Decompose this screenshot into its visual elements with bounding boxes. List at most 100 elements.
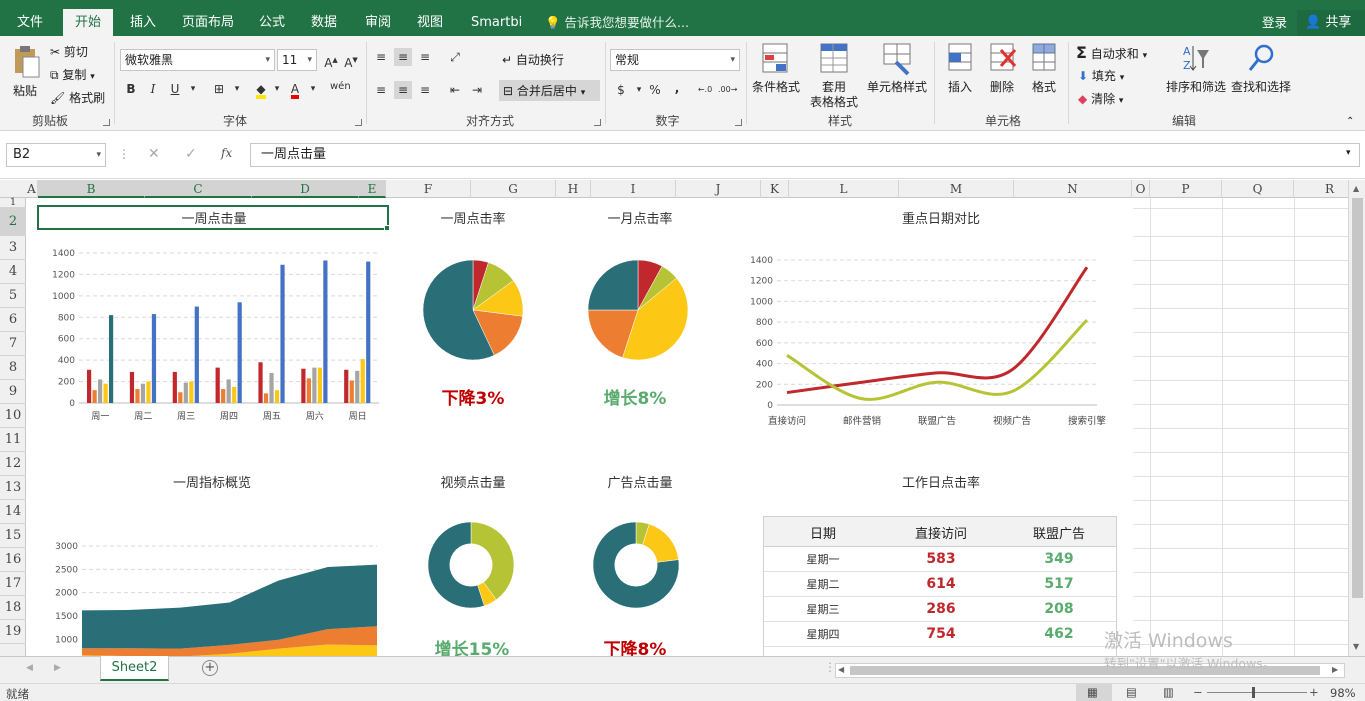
paste-button[interactable]: 粘贴 [6,44,44,99]
cell-styles-button[interactable]: 单元格样式 [866,42,928,95]
copy-button[interactable]: ⧉ 复制 ▾ [50,66,95,83]
enter-icon[interactable]: ✓ [185,146,197,162]
font-launcher-icon[interactable] [355,119,362,126]
format-cells-button[interactable]: 格式 [1024,42,1064,95]
worksheet-grid[interactable]: ABCDEFGHIJKLMNOPQR 1 2 3 4 5 6 7 8 9 10 11 12 13 14 15… [0,180,1348,656]
name-box[interactable]: B2 [6,143,106,167]
column-header-e[interactable]: E [359,180,386,198]
scroll-down-icon[interactable]: ▼ [1353,642,1359,651]
bold-button[interactable]: B [122,80,140,98]
delete-cells-button[interactable]: 删除 [982,42,1022,95]
align-left-icon[interactable]: ≡ [372,81,390,99]
clipboard-launcher-icon[interactable] [103,119,110,126]
insert-function-button[interactable]: fx [221,146,232,160]
comma-button[interactable]: , [668,79,686,97]
font-size-select[interactable]: 11 [277,49,317,71]
tab-insert[interactable]: 插入 [118,9,168,36]
align-center-icon[interactable]: ≡ [394,81,412,99]
row-header-6[interactable]: 6 [0,308,26,332]
sheet-tab-sheet2[interactable]: Sheet2 [100,656,169,681]
number-format-select[interactable]: 常规 [610,49,740,71]
page-break-view-icon[interactable]: ▥ [1163,685,1174,699]
row-header-4[interactable]: 4 [0,260,26,284]
alignment-launcher-icon[interactable] [594,119,601,126]
merge-center-button[interactable]: ⊟ 合并后居中 ▾ [499,80,600,101]
column-header-d[interactable]: D [252,180,359,198]
column-header-o[interactable]: O [1132,180,1150,198]
cut-button[interactable]: ✂ 剪切 [50,43,88,60]
column-header-b[interactable]: B [38,180,145,198]
percent-button[interactable]: % [646,81,664,99]
chevron-down-icon[interactable]: ▾ [304,80,322,98]
tab-home[interactable]: 开始 [63,9,114,36]
tab-view[interactable]: 视图 [405,9,455,36]
row-header-15[interactable]: 15 [0,524,26,548]
align-middle-icon[interactable]: ≡ [394,48,412,66]
column-header-h[interactable]: H [556,180,591,198]
row-header-16[interactable]: 16 [0,548,26,572]
page-layout-view-icon[interactable]: ▤ [1126,685,1137,699]
sort-filter-button[interactable]: AZ 排序和筛选 [1165,42,1227,95]
borders-icon[interactable]: ⊞ [210,80,228,98]
scroll-right-icon[interactable]: ▶ [1332,665,1338,674]
column-header-p[interactable]: P [1150,180,1222,198]
row-header-5[interactable]: 5 [0,284,26,308]
underline-button[interactable]: U [166,80,184,98]
clear-button[interactable]: ◆ 清除 ▾ [1078,90,1123,107]
chevron-down-icon[interactable]: ▾ [184,80,202,98]
find-select-button[interactable]: 查找和选择 [1230,42,1292,95]
row-header-11[interactable]: 11 [0,428,26,452]
row-header-10[interactable]: 10 [0,404,26,428]
column-header-m[interactable]: M [899,180,1014,198]
conditional-format-button[interactable]: 条件格式 [750,42,802,95]
row-header-8[interactable]: 8 [0,356,26,380]
row-header-12[interactable]: 12 [0,452,26,476]
tab-formulas[interactable]: 公式 [247,9,297,36]
column-header-a[interactable]: A [26,180,38,198]
formula-input[interactable]: 一周点击量 [250,143,1360,167]
decrease-font-icon[interactable]: A▼ [342,51,360,70]
row-header-2[interactable]: 2 [0,208,26,236]
decrease-indent-icon[interactable]: ⇤ [446,81,464,99]
row-header-9[interactable]: 9 [0,380,26,404]
cancel-icon[interactable]: ✕ [148,146,160,162]
format-painter-button[interactable]: 🖌 格式刷 [50,89,105,106]
column-header-q[interactable]: Q [1222,180,1294,198]
phonetic-guide-icon[interactable]: wén [330,78,351,96]
column-header-n[interactable]: N [1014,180,1132,198]
zoom-slider-thumb[interactable] [1252,687,1255,698]
row-header-13[interactable]: 13 [0,476,26,500]
increase-indent-icon[interactable]: ⇥ [468,81,486,99]
column-header-c[interactable]: C [145,180,252,198]
scroll-left-icon[interactable]: ◀ [838,665,844,674]
zoom-out-icon[interactable]: − [1193,685,1203,699]
tab-page-layout[interactable]: 页面布局 [170,9,246,36]
zoom-in-icon[interactable]: + [1309,685,1319,699]
row-header-3[interactable]: 3 [0,236,26,260]
increase-font-icon[interactable]: A▲ [322,51,340,70]
column-header-g[interactable]: G [471,180,556,198]
chevron-down-icon[interactable]: ▾ [228,80,246,98]
row-header-19[interactable]: 19 [0,620,26,644]
next-sheet-icon[interactable]: ▶ [54,663,61,673]
column-header-r[interactable]: R [1294,180,1348,198]
normal-view-button[interactable]: ▦ [1076,684,1112,701]
tab-review[interactable]: 审阅 [353,9,403,36]
zoom-level[interactable]: 98% [1330,686,1356,700]
currency-button[interactable]: $ [612,81,630,99]
insert-cells-button[interactable]: 插入 [940,42,980,95]
row-header-14[interactable]: 14 [0,500,26,524]
vertical-scrollbar[interactable]: ▲ ▼ [1348,180,1365,656]
column-header-k[interactable]: K [761,180,789,198]
fill-button[interactable]: ⬇ 填充 ▾ [1078,67,1124,84]
font-name-select[interactable]: 微软雅黑 [120,49,275,71]
tab-smartbi[interactable]: Smartbi [459,9,534,36]
align-bottom-icon[interactable]: ≡ [416,48,434,66]
row-header-1[interactable]: 1 [0,198,26,208]
tab-data[interactable]: 数据 [299,9,349,36]
font-color-icon[interactable]: A [286,80,304,99]
column-header-l[interactable]: L [789,180,899,198]
column-header-j[interactable]: J [676,180,761,198]
prev-sheet-icon[interactable]: ◀ [26,663,33,673]
expand-formula-icon[interactable]: ▾ [1346,148,1351,158]
